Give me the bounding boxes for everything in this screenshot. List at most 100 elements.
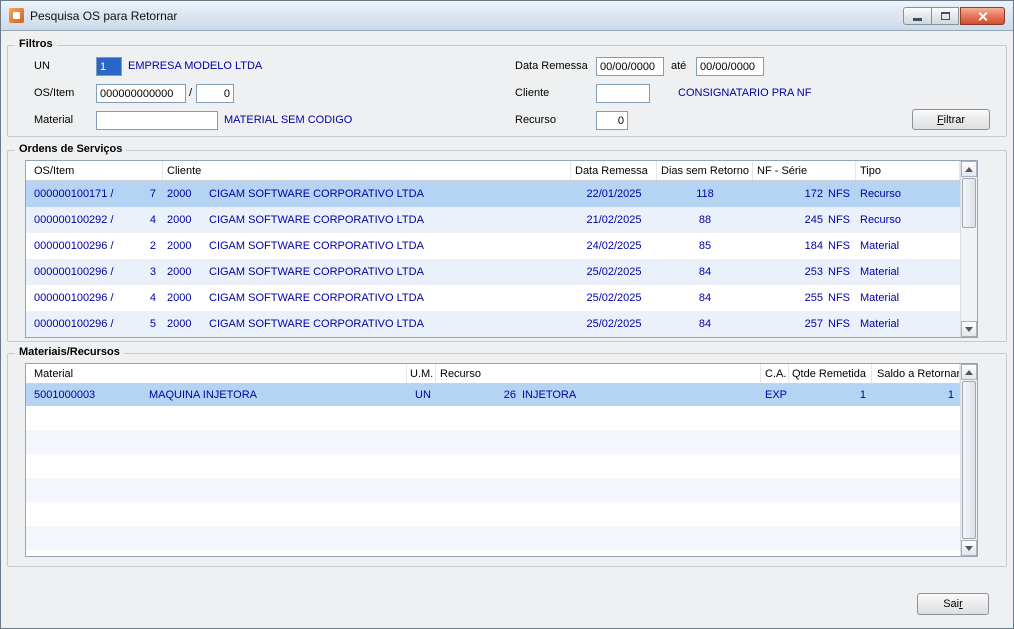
nf-serie: NFS	[828, 292, 850, 304]
filters-group-title: Filtros	[15, 38, 57, 50]
materials-group: Materiais/Recursos Material U.M. Recurso…	[7, 346, 1007, 567]
cell-qtde-remetida: 1	[859, 389, 866, 401]
un-description: EMPRESA MODELO LTDA	[128, 60, 263, 72]
cliente-code: 2000	[167, 318, 192, 330]
un-input[interactable]	[96, 57, 122, 76]
os-item-number: 5	[149, 318, 156, 330]
cell-dias-sem-retorno: 84	[698, 266, 712, 278]
title-bar: Pesquisa OS para Retornar	[1, 1, 1013, 31]
cell-dias-sem-retorno: 118	[696, 188, 714, 200]
close-button[interactable]	[960, 7, 1005, 25]
filtrar-button-label: iltrar	[943, 113, 966, 126]
sair-button[interactable]: Sair	[917, 593, 989, 615]
material-code: 5001000003	[34, 389, 96, 401]
header-cliente[interactable]: Cliente	[163, 161, 571, 180]
maximize-icon	[940, 12, 950, 20]
cell-dias-sem-retorno: 84	[698, 318, 712, 330]
header-tipo[interactable]: Tipo	[856, 161, 960, 180]
header-dias-sem-retorno[interactable]: Dias sem Retorno	[657, 161, 753, 180]
window-controls	[903, 7, 1005, 25]
maximize-button[interactable]	[932, 7, 959, 25]
arrow-down-icon	[965, 545, 973, 551]
cell-data-remessa: 22/01/2025	[586, 188, 642, 200]
scrollbar-thumb[interactable]	[962, 381, 976, 539]
recurso-input[interactable]	[596, 111, 628, 130]
os-item-number: 3	[149, 266, 156, 278]
scroll-up-button[interactable]	[961, 161, 977, 177]
materials-table: Material U.M. Recurso C.A. Qtde Remetida…	[25, 363, 978, 557]
header-os-item[interactable]: OS/Item	[26, 161, 163, 180]
data-remessa-label: Data Remessa	[515, 60, 588, 72]
cell-data-remessa: 25/02/2025	[586, 266, 642, 278]
close-icon	[977, 11, 988, 22]
cliente-input[interactable]	[596, 84, 650, 103]
cell-data-remessa: 25/02/2025	[586, 318, 642, 330]
cell-ca: EXP	[765, 389, 788, 401]
recurso-label: Recurso	[515, 114, 556, 126]
nf-serie: NFS	[828, 214, 850, 226]
os-item-label: OS/Item	[34, 87, 75, 99]
table-row[interactable]: 000000100296 / 5 2000 CIGAM SOFTWARE CORPO…	[26, 311, 977, 337]
table-row[interactable]: 000000100296 / 3 2000 CIGAM SOFTWARE CORPO…	[26, 259, 977, 285]
service-orders-scrollbar[interactable]	[960, 161, 977, 337]
filtrar-button[interactable]: Filtrar	[912, 109, 990, 130]
os-number: 000000100296 /	[34, 318, 114, 330]
header-nf-serie[interactable]: NF - Série	[753, 161, 856, 180]
cell-tipo: Material	[860, 240, 900, 252]
os-item-separator: /	[189, 87, 193, 99]
scroll-down-button[interactable]	[961, 321, 977, 337]
table-row[interactable]: 000000100296 / 2 2000 CIGAM SOFTWARE CORPO…	[26, 233, 977, 259]
os-number: 000000100296 /	[34, 240, 114, 252]
nf-number: 257	[804, 318, 823, 330]
nf-serie: NFS	[828, 318, 850, 330]
data-remessa-to-input[interactable]	[696, 57, 764, 76]
nf-serie: NFS	[828, 188, 850, 200]
empty-row	[26, 550, 977, 556]
os-input[interactable]	[96, 84, 186, 103]
cell-data-remessa: 25/02/2025	[586, 292, 642, 304]
dialog-window: Pesquisa OS para Retornar Filtros UN EMP…	[0, 0, 1014, 629]
cell-tipo: Material	[860, 266, 900, 278]
cliente-name: CIGAM SOFTWARE CORPORATIVO LTDA	[209, 266, 424, 278]
un-label: UN	[34, 60, 50, 72]
cell-data-remessa: 24/02/2025	[586, 240, 642, 252]
cell-tipo: Recurso	[860, 214, 901, 226]
scroll-down-button[interactable]	[961, 540, 977, 556]
material-input[interactable]	[96, 111, 218, 130]
materials-scrollbar[interactable]	[960, 364, 977, 556]
table-row[interactable]: 000000100171 / 7 2000 CIGAM SOFTWARE CORPO…	[26, 181, 977, 207]
arrow-up-icon	[965, 166, 973, 172]
materials-header-row: Material U.M. Recurso C.A. Qtde Remetida…	[26, 364, 977, 384]
header-qtde-remetida[interactable]: Qtde Remetida	[789, 364, 872, 383]
data-remessa-from-input[interactable]	[596, 57, 664, 76]
os-item-number: 4	[149, 214, 156, 226]
cliente-code: 2000	[167, 188, 192, 200]
os-item-number: 7	[149, 188, 156, 200]
empty-row	[26, 502, 977, 526]
cliente-code: 2000	[167, 240, 192, 252]
sair-button-label: Sai	[943, 598, 960, 610]
nf-number: 253	[804, 266, 823, 278]
table-row[interactable]: 000000100296 / 4 2000 CIGAM SOFTWARE CORPO…	[26, 285, 977, 311]
cliente-name: CIGAM SOFTWARE CORPORATIVO LTDA	[209, 318, 424, 330]
empty-row	[26, 526, 977, 550]
table-row[interactable]: 5001000003 MAQUINA INJETORA UN 26 INJETORA…	[26, 384, 977, 406]
minimize-button[interactable]	[903, 7, 932, 25]
header-recurso[interactable]: Recurso	[436, 364, 761, 383]
cliente-code: 2000	[167, 266, 192, 278]
header-saldo-a-retornar[interactable]: Saldo a Retornar	[872, 364, 960, 383]
header-data-remessa[interactable]: Data Remessa	[571, 161, 657, 180]
cliente-label: Cliente	[515, 87, 550, 99]
ate-label: até	[671, 60, 687, 72]
empty-row	[26, 430, 977, 454]
header-ca[interactable]: C.A.	[761, 364, 789, 383]
header-um[interactable]: U.M.	[407, 364, 436, 383]
table-row[interactable]: 000000100292 / 4 2000 CIGAM SOFTWARE CORPO…	[26, 207, 977, 233]
header-material[interactable]: Material	[26, 364, 407, 383]
scroll-up-button[interactable]	[961, 364, 977, 380]
os-number: 000000100296 /	[34, 292, 114, 304]
item-input[interactable]	[196, 84, 234, 103]
scrollbar-thumb[interactable]	[962, 178, 976, 228]
nf-number: 172	[804, 188, 823, 200]
cell-dias-sem-retorno: 85	[698, 240, 712, 252]
